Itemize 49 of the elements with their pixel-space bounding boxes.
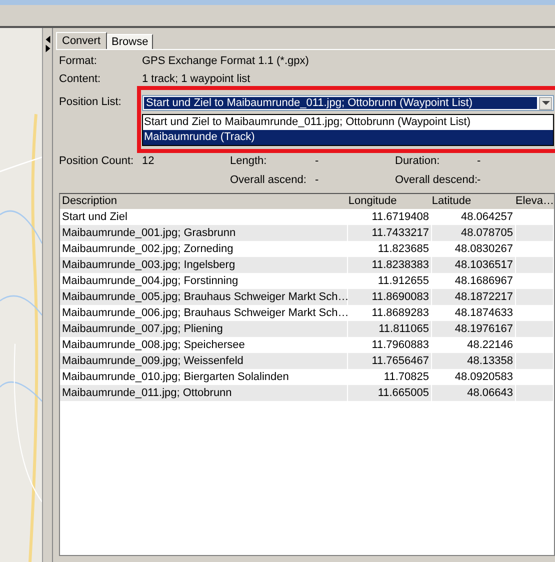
stat-value: - — [315, 174, 319, 186]
table-cell: 11.665005 — [348, 385, 432, 401]
table-cell: 48.1036517 — [432, 257, 516, 273]
stat-value: - — [315, 155, 319, 167]
stat-value: 12 — [142, 155, 154, 167]
field-value: GPS Exchange Format 1.1 (*.gpx) — [142, 55, 309, 67]
table-cell: 48.06643 — [432, 385, 516, 401]
table-cell: Maibaumrunde_011.jpg; Ottobrunn — [60, 385, 348, 401]
collapse-arrows-icon[interactable] — [44, 33, 50, 55]
stat-label: Overall descend: — [395, 174, 478, 186]
table-cell: Maibaumrunde_005.jpg; Brauhaus Schweiger Markt Sch… — [60, 289, 348, 305]
column-header[interactable]: Description — [60, 194, 346, 209]
stat-label: Duration: — [395, 155, 440, 167]
tab[interactable]: Convert — [56, 32, 107, 49]
table-cell: 48.1872217 — [432, 289, 516, 305]
stat-label: Length: — [230, 155, 267, 167]
table-cell: Maibaumrunde_009.jpg; Weissenfeld — [60, 353, 348, 369]
stat-value: - — [477, 155, 481, 167]
table-row[interactable]: Maibaumrunde_005.jpg; Brauhaus Schweiger Markt Sch… 11.8690083 48.1872217 — [60, 289, 554, 305]
table-cell: 48.078705 — [432, 225, 516, 241]
table-cell: Maibaumrunde_007.jpg; Pliening — [60, 321, 348, 337]
table-cell: 11.8238383 — [348, 257, 432, 273]
table-row[interactable]: Maibaumrunde_003.jpg; Ingelsberg 11.8238383 48.1036517 — [60, 257, 554, 273]
position-list-dropdown[interactable]: Start und Ziel to Maibaumrunde_011.jpg; Ottobrunn (Waypoint List) — [142, 95, 554, 111]
field-label: Position List: — [59, 96, 122, 108]
dropdown-option[interactable]: Start und Ziel to Maibaumrunde_011.jpg; Ottobrunn (Waypoint List) — [143, 115, 553, 130]
column-header[interactable]: Eleva… — [513, 194, 554, 209]
field-label: Format: — [59, 55, 98, 67]
table-cell: 11.811065 — [348, 321, 432, 337]
stat-label: Overall ascend: — [230, 174, 306, 186]
stat-label: Position Count: — [59, 155, 134, 167]
table-cell: Maibaumrunde_001.jpg; Grasbrunn — [60, 225, 348, 241]
table-cell: 48.1976167 — [432, 321, 516, 337]
field-label: Content: — [59, 73, 102, 85]
table-row[interactable]: Maibaumrunde_007.jpg; Pliening 11.811065 48.1976167 — [60, 321, 554, 337]
column-header[interactable]: Latitude — [430, 194, 514, 209]
table-row[interactable]: Maibaumrunde_009.jpg; Weissenfeld 11.7656467 48.13358 — [60, 353, 554, 369]
table-row[interactable]: Maibaumrunde_011.jpg; Ottobrunn 11.665005 48.06643 — [60, 385, 554, 401]
table-cell: 11.7433217 — [348, 225, 432, 241]
stat-value: - — [477, 174, 481, 186]
column-header[interactable]: Longitude — [346, 194, 430, 209]
table-cell: 48.13358 — [432, 353, 516, 369]
tab[interactable]: Browse — [106, 34, 154, 49]
table-row[interactable]: Maibaumrunde_001.jpg; Grasbrunn 11.7433217 48.078705 — [60, 225, 554, 241]
table-cell: Maibaumrunde_003.jpg; Ingelsberg — [60, 257, 348, 273]
table-cell: 11.7656467 — [348, 353, 432, 369]
dropdown-option[interactable]: Maibaumrunde (Track) — [143, 130, 553, 145]
table-cell: 11.8690083 — [348, 289, 432, 305]
field-value: 1 track; 1 waypoint list — [142, 73, 250, 85]
